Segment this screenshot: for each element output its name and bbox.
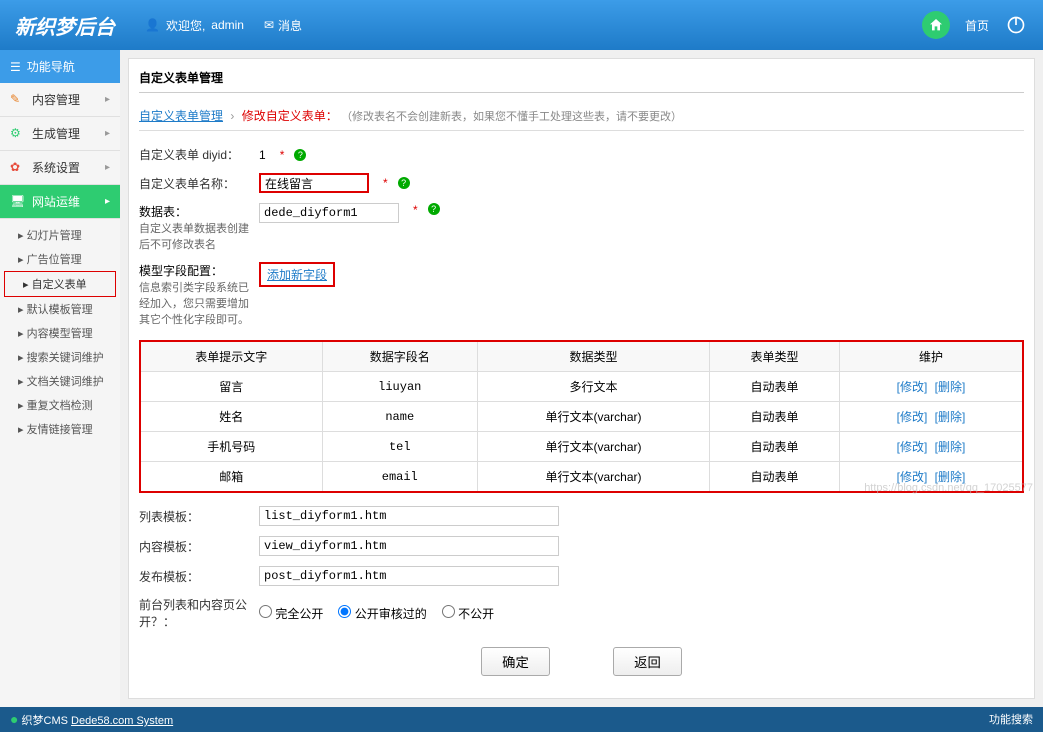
- view-tpl-input[interactable]: [259, 536, 559, 556]
- view-tpl-label: 内容模板：: [139, 538, 249, 555]
- nav-content-manage[interactable]: ✎ 内容管理 ▸: [0, 83, 120, 117]
- form-name-input[interactable]: [259, 173, 369, 193]
- breadcrumb: 自定义表单管理 › 修改自定义表单： （修改表名不会创建新表，如果您不懂手工处理…: [139, 101, 1024, 131]
- list-tpl-input[interactable]: [259, 506, 559, 526]
- home-label[interactable]: 首页: [965, 17, 989, 34]
- delete-link[interactable]: [删除]: [935, 440, 966, 454]
- radio-reviewed-public[interactable]: 公开审核过的: [338, 605, 426, 622]
- post-tpl-label: 发布模板：: [139, 568, 249, 585]
- main-panel: 自定义表单管理 自定义表单管理 › 修改自定义表单： （修改表名不会创建新表，如…: [128, 58, 1035, 699]
- message-link[interactable]: ✉ 消息: [264, 17, 302, 34]
- nav-site-ops[interactable]: 🖥 网站运维 ▸: [0, 185, 120, 219]
- breadcrumb-link[interactable]: 自定义表单管理: [139, 109, 223, 123]
- table-row: 留言liuyan多行文本自动表单[修改] [删除]: [140, 372, 1023, 402]
- mail-icon: ✉: [264, 18, 274, 32]
- list-tpl-label: 列表模板：: [139, 508, 249, 525]
- model-label: 模型字段配置：: [139, 262, 249, 279]
- table-label: 数据表：: [139, 203, 249, 220]
- sub-diyform[interactable]: ▸ 自定义表单: [4, 271, 116, 297]
- build-icon: ⚙: [10, 126, 26, 142]
- delete-link[interactable]: [删除]: [935, 380, 966, 394]
- th-ftype: 表单类型: [710, 341, 840, 372]
- post-tpl-input[interactable]: [259, 566, 559, 586]
- table-sublabel: 自定义表单数据表创建后不可修改表名: [139, 220, 249, 252]
- sub-dup[interactable]: ▸ 重复文档检测: [0, 393, 120, 417]
- nav-build-manage[interactable]: ⚙ 生成管理 ▸: [0, 117, 120, 151]
- fields-table: 表单提示文字 数据字段名 数据类型 表单类型 维护 留言liuyan多行文本自动…: [139, 340, 1024, 493]
- sub-friendlink[interactable]: ▸ 友情链接管理: [0, 417, 120, 441]
- delete-link[interactable]: [删除]: [935, 410, 966, 424]
- chevron-right-icon: ▸: [105, 196, 110, 207]
- diyid-label: 自定义表单 diyid：: [139, 146, 249, 163]
- breadcrumb-notice: （修改表名不会创建新表，如果您不懂手工处理这些表，请不要更改）: [341, 111, 682, 123]
- watermark: https://blog.csdn.net/qq_17025577: [864, 482, 1033, 494]
- settings-icon: ✿: [10, 160, 26, 176]
- breadcrumb-current: 修改自定义表单：: [242, 109, 338, 123]
- sub-slides[interactable]: ▸ 幻灯片管理: [0, 223, 120, 247]
- th-actions: 维护: [839, 341, 1023, 372]
- monitor-icon: 🖥: [10, 194, 26, 210]
- radio-private[interactable]: 不公开: [442, 605, 494, 622]
- sidebar: ☰ 功能导航 ✎ 内容管理 ▸ ⚙ 生成管理 ▸ ✿ 系统设置 ▸ 🖥 网站运维…: [0, 50, 120, 707]
- footer-right[interactable]: 功能搜索: [989, 711, 1033, 728]
- chevron-right-icon: ▸: [105, 162, 110, 173]
- sub-ads[interactable]: ▸ 广告位管理: [0, 247, 120, 271]
- help-icon[interactable]: ?: [428, 203, 440, 215]
- sub-tpl[interactable]: ▸ 默认模板管理: [0, 297, 120, 321]
- logo: 新织梦后台: [15, 11, 115, 40]
- home-button[interactable]: [922, 11, 950, 39]
- sub-doc-kw[interactable]: ▸ 文档关键词维护: [0, 369, 120, 393]
- sub-nav: ▸ 幻灯片管理 ▸ 广告位管理 ▸ 自定义表单 ▸ 默认模板管理 ▸ 内容模型管…: [0, 219, 120, 445]
- diyid-value: 1: [259, 148, 266, 162]
- th-dtype: 数据类型: [477, 341, 709, 372]
- edit-icon: ✎: [10, 92, 26, 108]
- edit-link[interactable]: [修改]: [897, 410, 928, 424]
- back-button[interactable]: 返回: [613, 647, 682, 676]
- public-options: 完全公开 公开审核过的 不公开: [259, 605, 494, 622]
- home-icon: [928, 17, 944, 33]
- model-desc: 信息索引类字段系统已经加入，您只需要增加其它个性化字段即可。: [139, 279, 249, 327]
- add-field-button[interactable]: 添加新字段: [259, 262, 335, 287]
- menu-icon: ☰: [10, 60, 21, 74]
- footer: ● 织梦CMS Dede58.com System 功能搜索: [0, 707, 1043, 732]
- logout-button[interactable]: [1004, 13, 1028, 37]
- table-row: 手机号码tel单行文本(varchar)自动表单[修改] [删除]: [140, 432, 1023, 462]
- submit-button[interactable]: 确定: [481, 647, 550, 676]
- nav-header: ☰ 功能导航: [0, 50, 120, 83]
- sub-search-kw[interactable]: ▸ 搜索关键词维护: [0, 345, 120, 369]
- help-icon[interactable]: ?: [294, 149, 306, 161]
- sub-model[interactable]: ▸ 内容模型管理: [0, 321, 120, 345]
- public-label: 前台列表和内容页公开？：: [139, 596, 249, 630]
- welcome-text: 👤 欢迎您,admin: [145, 17, 244, 34]
- edit-link[interactable]: [修改]: [897, 440, 928, 454]
- name-label: 自定义表单名称：: [139, 175, 249, 192]
- table-input[interactable]: [259, 203, 399, 223]
- page-title: 自定义表单管理: [139, 69, 1024, 93]
- nav-system-settings[interactable]: ✿ 系统设置 ▸: [0, 151, 120, 185]
- table-row: 姓名name单行文本(varchar)自动表单[修改] [删除]: [140, 402, 1023, 432]
- chevron-right-icon: ▸: [105, 94, 110, 105]
- user-icon: 👤: [145, 18, 160, 32]
- th-field: 数据字段名: [322, 341, 477, 372]
- footer-link[interactable]: Dede58.com System: [71, 715, 173, 727]
- top-header: 新织梦后台 👤 欢迎您,admin ✉ 消息 首页: [0, 0, 1043, 50]
- th-prompt: 表单提示文字: [140, 341, 322, 372]
- status-dot-icon: ●: [10, 711, 18, 727]
- power-icon: [1006, 15, 1026, 35]
- chevron-right-icon: ▸: [105, 128, 110, 139]
- edit-link[interactable]: [修改]: [897, 380, 928, 394]
- radio-full-public[interactable]: 完全公开: [259, 605, 323, 622]
- help-icon[interactable]: ?: [398, 177, 410, 189]
